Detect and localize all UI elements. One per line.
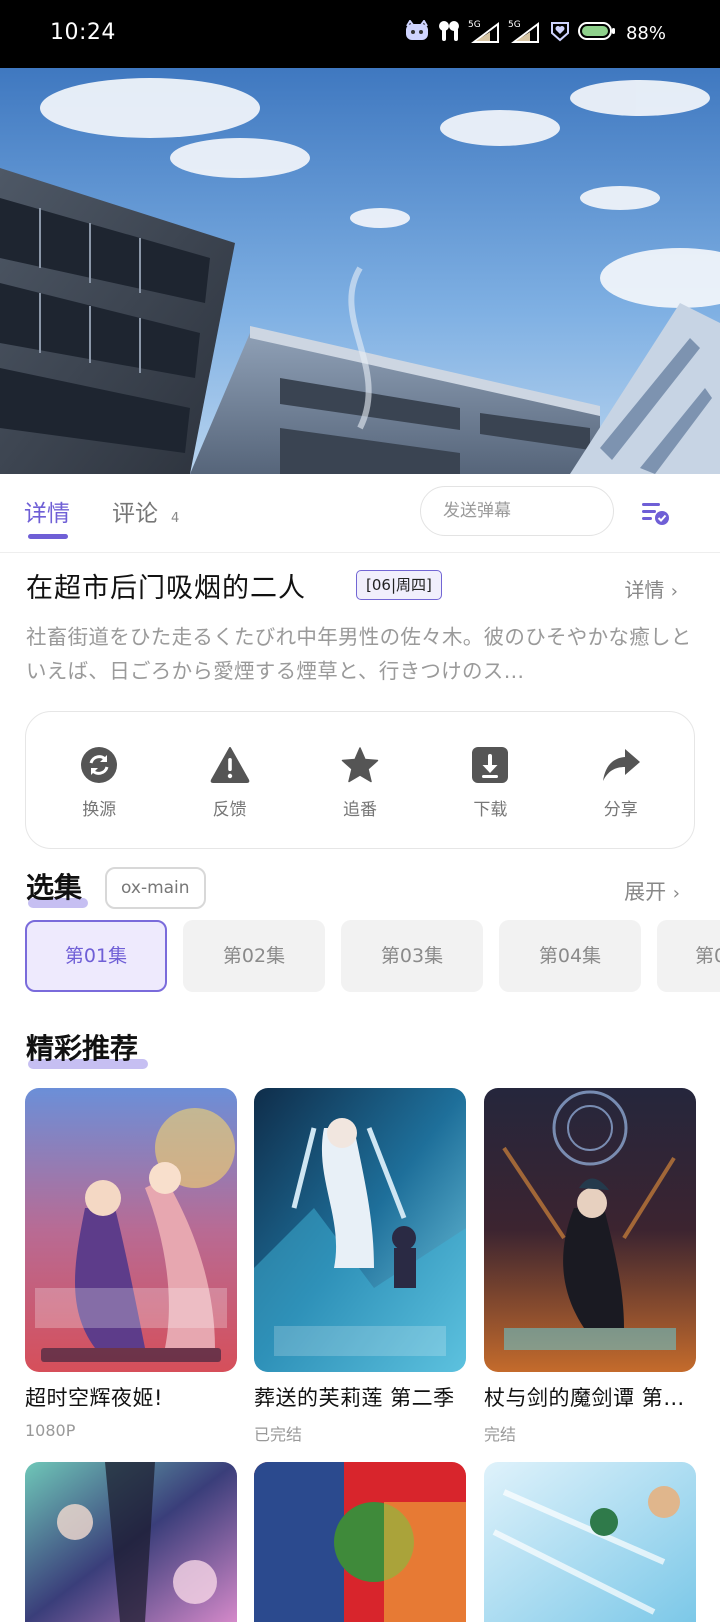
recommend-card-3[interactable]: 杖与剑的魔剑谭 第二季 完结 (484, 1088, 696, 1445)
status-time: 10:24 (50, 20, 116, 45)
chevron-right-icon: › (672, 883, 680, 904)
detail-link-label: 详情 (624, 578, 665, 602)
tab-details[interactable]: 详情 (24, 494, 70, 528)
star-icon (341, 747, 379, 783)
source-tag[interactable]: ox-main (105, 867, 206, 909)
tab-comments[interactable]: 评论 (112, 494, 158, 528)
download-button[interactable]: 下载 (430, 712, 550, 848)
battery-icon (577, 20, 616, 46)
recommend-card-5[interactable] (254, 1462, 466, 1622)
episode-item-2[interactable]: 第02集 (183, 920, 325, 992)
follow-button[interactable]: 追番 (300, 712, 420, 848)
episode-item-5[interactable]: 第05集 (657, 920, 720, 992)
danmaku-input[interactable]: 发送弹幕 (420, 486, 614, 536)
recommend-card-1[interactable]: 超时空辉夜姬! 1080P (25, 1088, 237, 1440)
episode-item-4[interactable]: 第04集 (499, 920, 641, 992)
refresh-icon (81, 747, 118, 783)
switch-source-label: 换源 (82, 800, 117, 820)
switch-source-button[interactable]: 换源 (39, 712, 159, 848)
anime-title: 在超市后门吸烟的二人 (26, 573, 306, 604)
recommend-card-4[interactable] (25, 1462, 237, 1622)
recommend-meta: 已完结 (254, 1425, 303, 1444)
expand-link[interactable]: 展开 › (624, 876, 680, 906)
episodes-heading-text: 选集 (26, 871, 83, 904)
share-button[interactable]: 分享 (561, 712, 681, 848)
recommend-heading: 精彩推荐 (26, 1027, 148, 1069)
svg-text:5G: 5G (468, 20, 481, 30)
svg-text:5G: 5G (508, 20, 521, 30)
warning-icon (210, 747, 249, 783)
feedback-button[interactable]: 反馈 (170, 712, 290, 848)
action-panel: 换源 反馈 追番 下载 分享 (25, 711, 695, 849)
recommend-title: 葬送的芙莉莲 第二季 (254, 1386, 455, 1410)
cover-image (0, 68, 720, 474)
status-bar: 10:24 5G 5G 88% (0, 0, 720, 68)
danmaku-settings-icon[interactable] (640, 498, 672, 528)
episode-list[interactable]: 第01集 第02集 第03集 第04集 第05集 (25, 920, 720, 992)
signal-icon: 5G (468, 18, 502, 48)
recommend-heading-text: 精彩推荐 (26, 1032, 139, 1065)
recommend-meta: 完结 (484, 1425, 517, 1444)
poster-image (25, 1088, 237, 1372)
poster-image (254, 1462, 466, 1622)
share-label: 分享 (603, 800, 638, 820)
poster-image (254, 1088, 466, 1372)
episode-item-1[interactable]: 第01集 (25, 920, 167, 992)
schedule-badge: [06|周四] (356, 570, 442, 600)
tab-bar: 详情 评论 4 发送弹幕 (0, 474, 720, 553)
battery-level: 88% (625, 22, 666, 44)
comment-count: 4 (171, 511, 180, 526)
shield-heart-icon (548, 19, 572, 47)
download-label: 下载 (473, 800, 508, 820)
share-icon (602, 749, 640, 781)
signal-icon-2: 5G (508, 18, 542, 48)
recommend-card-6[interactable] (484, 1462, 696, 1622)
poster-image (25, 1462, 237, 1622)
feedback-label: 反馈 (212, 800, 247, 820)
chevron-right-icon: › (670, 581, 678, 602)
recommend-title: 杖与剑的魔剑谭 第二季 (484, 1386, 696, 1410)
episodes-heading: 选集 (26, 866, 88, 908)
poster-image (484, 1462, 696, 1622)
earbuds-icon (436, 19, 462, 47)
app-notification-icon (404, 19, 430, 46)
recommend-meta: 1080P (25, 1421, 76, 1440)
expand-label: 展开 (624, 880, 667, 904)
cover-banner[interactable] (0, 68, 720, 474)
episode-item-3[interactable]: 第03集 (341, 920, 483, 992)
tab-active-indicator (28, 534, 68, 539)
poster-image (484, 1088, 696, 1372)
anime-description[interactable]: 社畜街道をひた走るくたびれ中年男性の佐々木。彼のひそやかな癒しといえば、日ごろか… (26, 620, 696, 688)
download-icon (472, 747, 509, 783)
follow-label: 追番 (342, 800, 377, 820)
recommend-card-2[interactable]: 葬送的芙莉莲 第二季 已完结 (254, 1088, 466, 1445)
recommend-title: 超时空辉夜姬! (25, 1386, 163, 1410)
detail-link[interactable]: 详情 › (624, 574, 678, 603)
